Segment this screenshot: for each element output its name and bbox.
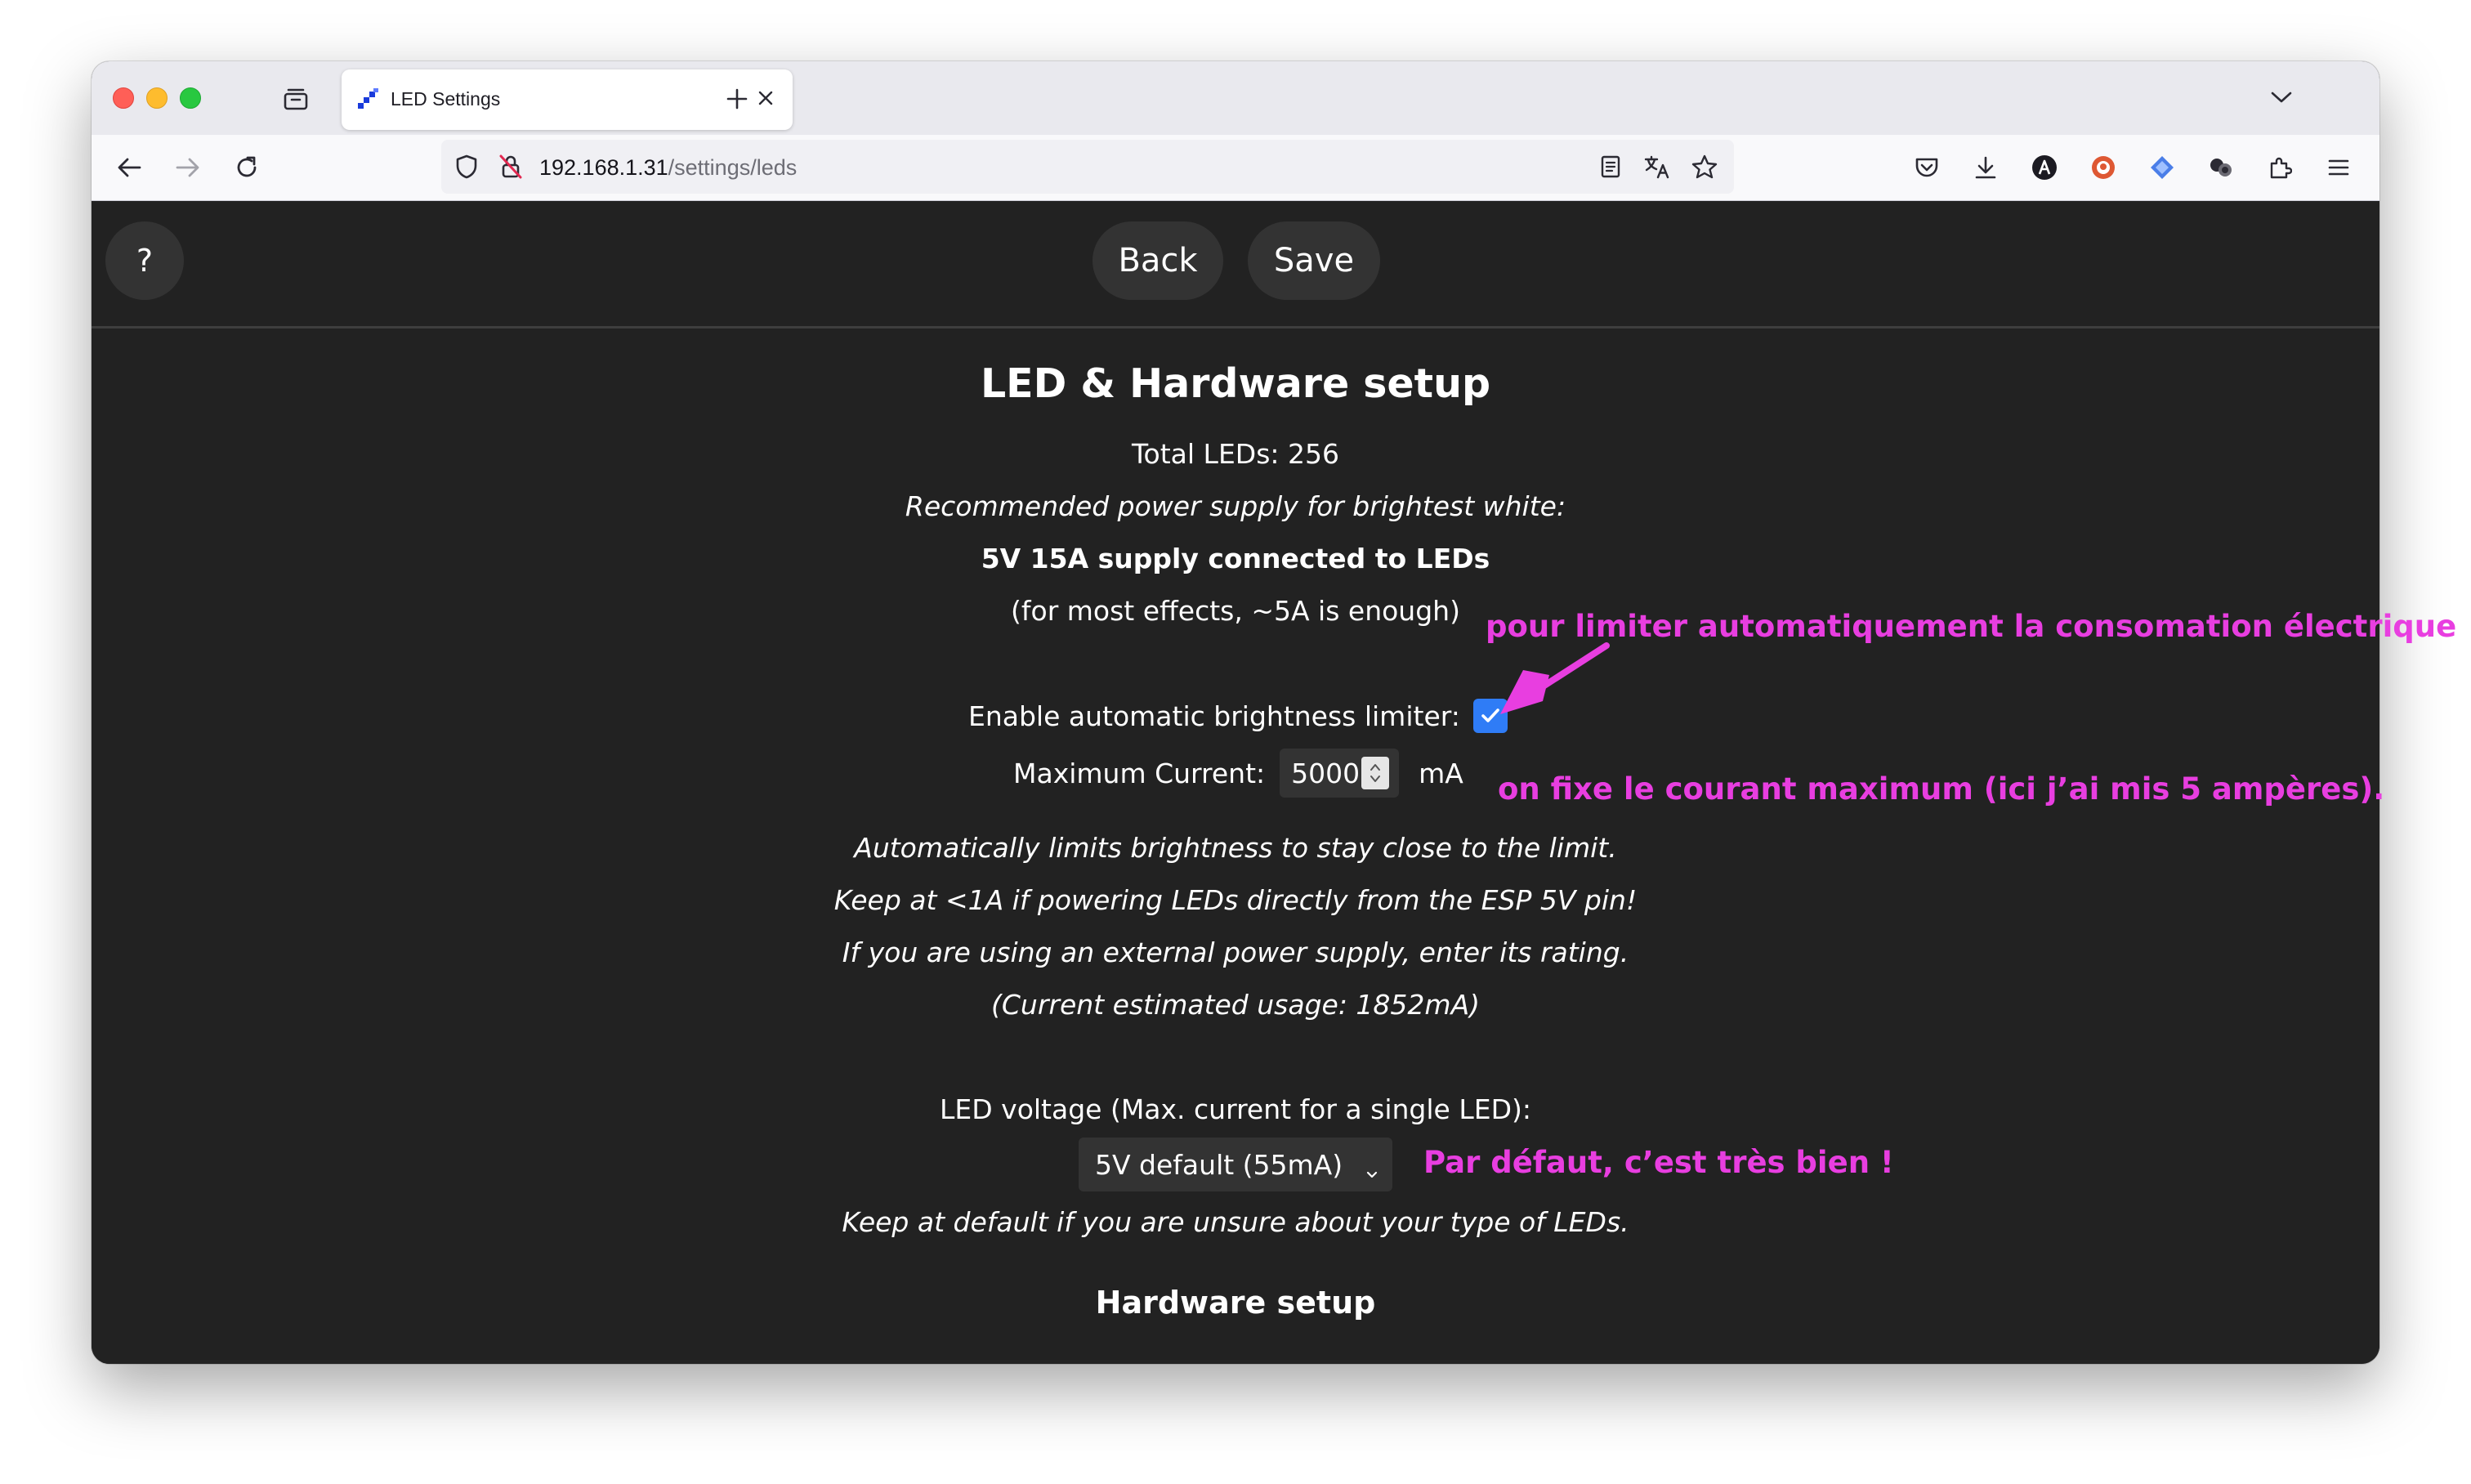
supply-rating-text: 5V 15A supply connected to LEDs [981,543,1490,574]
led-voltage-label: LED voltage (Max. current for a single L… [940,1093,1531,1125]
duckduckgo-extension-icon[interactable] [2087,151,2120,184]
pocket-icon[interactable] [1910,151,1943,184]
extensions-puzzle-icon[interactable] [2263,151,2296,184]
help-button[interactable]: ? [105,221,184,300]
url-host: 192.168.1.31 [539,155,668,180]
tracking-protection-shield-icon[interactable] [453,153,480,181]
bookmark-star-icon[interactable] [1690,153,1719,181]
led-voltage-selected: 5V default (55mA) [1095,1148,1343,1181]
annotation-max-current: on fixe le courant maximum (ici j’ai mis… [1498,771,2385,807]
back-arrow-icon[interactable] [113,151,145,184]
max-current-unit: mA [1419,757,1463,789]
circles-extension-icon[interactable] [2205,151,2237,184]
new-tab-icon[interactable] [721,83,753,115]
recommended-supply-text: Recommended power supply for brightest w… [905,490,1566,522]
url-path: /settings/leds [668,155,798,180]
navigation-toolbar: 192.168.1.31/settings/leds [92,135,2379,201]
reload-icon[interactable] [230,151,263,184]
max-current-input[interactable]: 5000 [1280,749,1400,798]
led-voltage-select[interactable]: 5V default (55mA) [1079,1138,1392,1191]
limit-note-2: Keep at <1A if powering LEDs directly fr… [833,884,1638,916]
close-window-button[interactable] [113,87,134,109]
brightness-limiter-row: Enable automatic brightness limiter: [968,699,1508,733]
translate-icon[interactable] [1642,153,1672,181]
account-avatar-icon[interactable] [2028,151,2061,184]
max-current-value: 5000 [1291,757,1361,789]
max-current-label: Maximum Current: [1013,757,1266,789]
wled-favicon-icon [355,86,381,112]
minimize-window-button[interactable] [146,87,168,109]
chevron-down-icon [1365,1155,1379,1187]
diamond-extension-icon[interactable] [2146,151,2178,184]
number-spinner-icon[interactable] [1361,757,1390,789]
close-tab-icon[interactable] [753,86,778,110]
address-bar[interactable]: 192.168.1.31/settings/leds [441,140,1734,194]
annotation-arrow-icon [1500,642,1610,714]
reader-view-icon[interactable] [1597,153,1624,181]
voltage-note: Keep at default if you are unsure about … [842,1206,1629,1238]
annotation-brightness-limiter: pour limiter automatiquement la consomat… [1486,609,2457,644]
tab-groups-icon[interactable] [279,83,312,115]
limit-note-3: If you are using an external power suppl… [842,936,1629,968]
estimated-usage-text: (Current estimated usage: 1852mA) [990,989,1481,1021]
back-button[interactable]: Back [1093,221,1223,300]
list-all-tabs-icon[interactable] [2265,81,2298,114]
hardware-setup-title: Hardware setup [1095,1285,1376,1321]
brightness-limiter-label: Enable automatic brightness limiter: [968,700,1460,732]
tab-strip: LED Settings [92,61,2379,135]
page-title: LED & Hardware setup [980,360,1491,407]
insecure-lock-icon[interactable] [497,153,525,181]
hamburger-menu-icon[interactable] [2322,151,2355,184]
total-leds-text: Total LEDs: 256 [1132,438,1339,470]
downloads-icon[interactable] [1969,151,2002,184]
zoom-window-button[interactable] [180,87,201,109]
max-current-row: Maximum Current: 5000 mA [1013,749,1463,798]
limit-note-1: Automatically limits brightness to stay … [854,832,1617,864]
forward-arrow-icon[interactable] [172,151,204,184]
page-top-bar: ? Back Save [92,201,2379,329]
tab-title: LED Settings [391,88,501,110]
url-text[interactable]: 192.168.1.31/settings/leds [539,155,797,181]
annotation-default-voltage: Par défaut, c’est très bien ! [1423,1145,1894,1180]
browser-window: LED Settings 192.168.1.31/settings/leds … [92,61,2379,1364]
save-button[interactable]: Save [1248,221,1380,300]
